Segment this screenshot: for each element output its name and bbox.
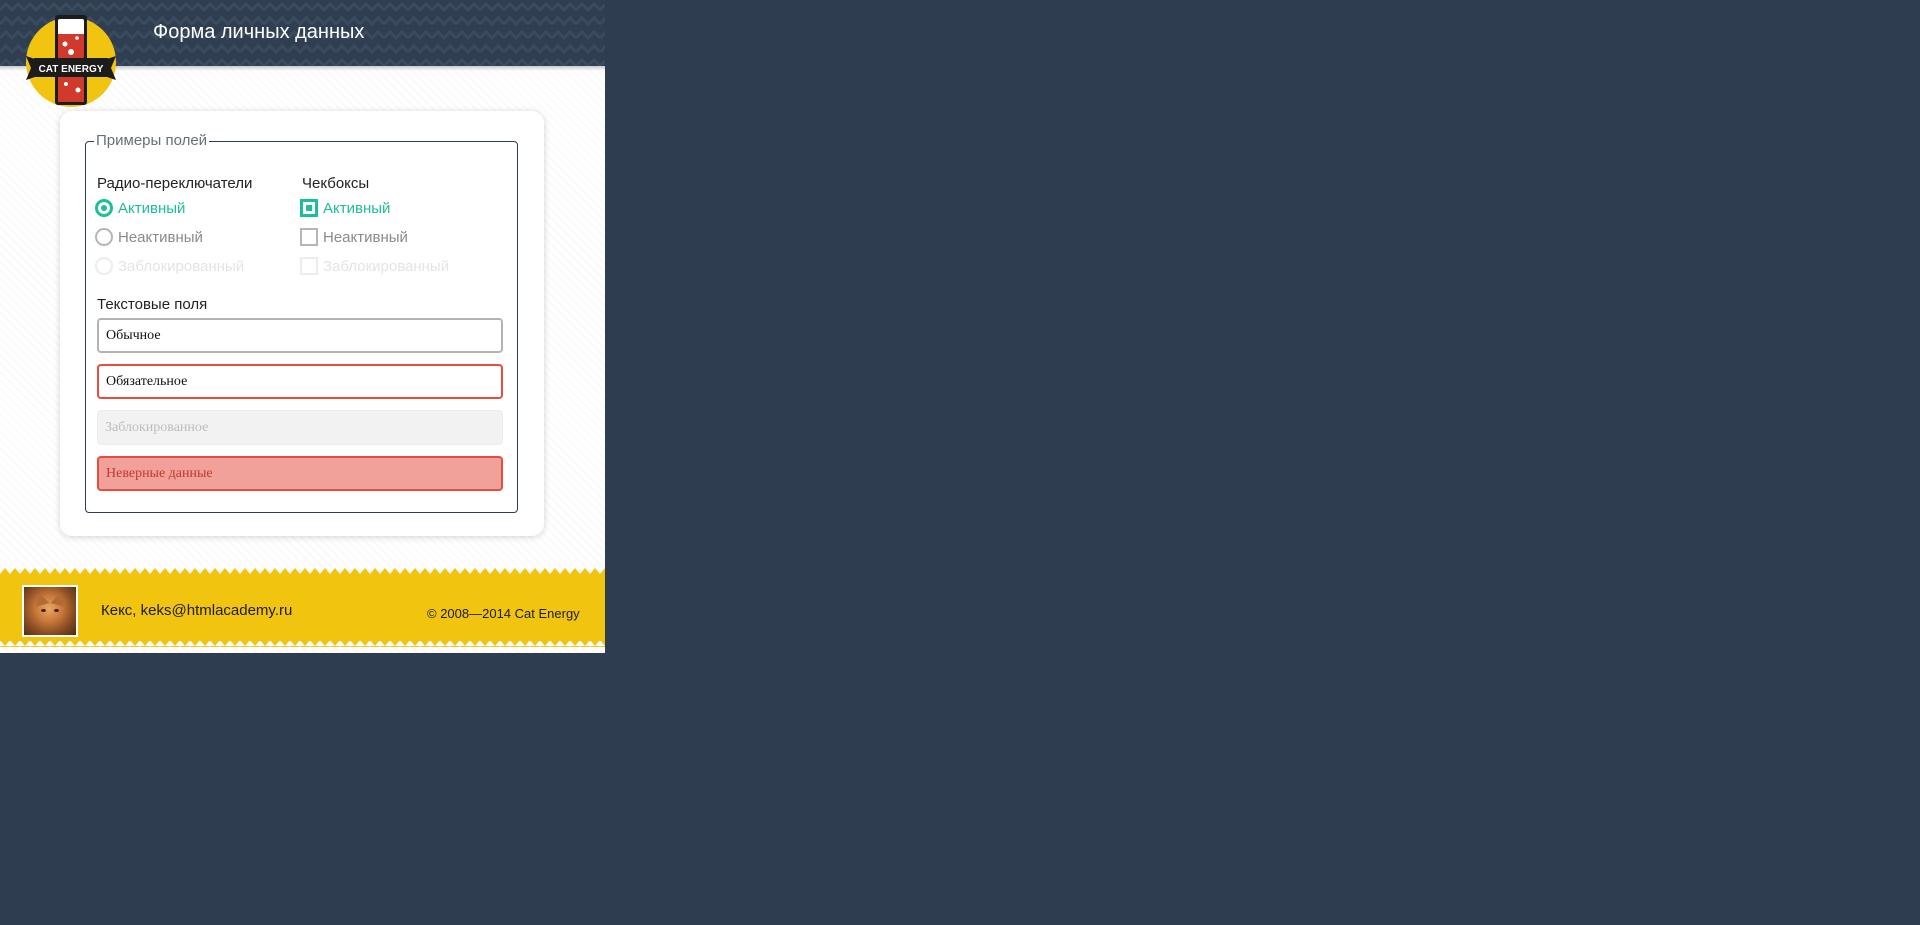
fieldset-examples: Примеры полей Радио-переключатели Активн… [85, 132, 518, 513]
footer: Кекс, keks@htmlacademy.ru © 2008—2014 Ca… [0, 568, 605, 653]
checkbox-inactive-label: Неактивный [323, 228, 408, 246]
radio-active[interactable]: Активный [95, 197, 185, 219]
radio-active-label: Активный [118, 199, 186, 217]
checkbox-disabled: Заблокированный [300, 255, 449, 277]
radio-disabled: Заблокированный [95, 255, 244, 277]
text-field-disabled [97, 410, 503, 445]
page: Форма личных данных CAT ENERGY Примеры п… [0, 0, 605, 653]
radio-disabled-icon [95, 257, 113, 275]
copyright: © 2008—2014 Cat Energy [427, 606, 580, 621]
checkbox-disabled-label: Заблокированный [323, 257, 450, 275]
contact-name: Кекс, [101, 602, 137, 619]
text-field-invalid[interactable] [97, 456, 503, 491]
radio-inactive-label: Неактивный [118, 228, 203, 246]
text-fields-title: Текстовые поля [97, 296, 208, 313]
avatar [22, 585, 78, 637]
form-card: Примеры полей Радио-переключатели Активн… [60, 111, 544, 536]
checkbox-inactive[interactable]: Неактивный [300, 226, 408, 248]
radio-checked-icon [95, 199, 113, 217]
cat-energy-logo[interactable]: CAT ENERGY [24, 12, 118, 108]
checkbox-unchecked-icon [300, 228, 318, 246]
checkbox-active[interactable]: Активный [300, 197, 390, 219]
logo-text: CAT ENERGY [39, 64, 104, 75]
radio-inactive[interactable]: Неактивный [95, 226, 203, 248]
fieldset-legend: Примеры полей [94, 132, 210, 150]
checkbox-disabled-icon [300, 257, 318, 275]
text-field-normal[interactable] [97, 318, 503, 353]
contact-email-link[interactable]: keks@htmlacademy.ru [141, 602, 293, 619]
text-field-required[interactable] [97, 364, 503, 399]
radio-unchecked-icon [95, 228, 113, 246]
checkbox-checked-icon [300, 199, 318, 217]
radio-disabled-label: Заблокированный [118, 257, 245, 275]
radios-title: Радио-переключатели [97, 175, 253, 192]
checkbox-active-label: Активный [323, 199, 391, 217]
footer-contact: Кекс, keks@htmlacademy.ru [101, 602, 292, 619]
page-title: Форма личных данных [153, 21, 365, 43]
checkboxes-title: Чекбоксы [302, 175, 370, 192]
